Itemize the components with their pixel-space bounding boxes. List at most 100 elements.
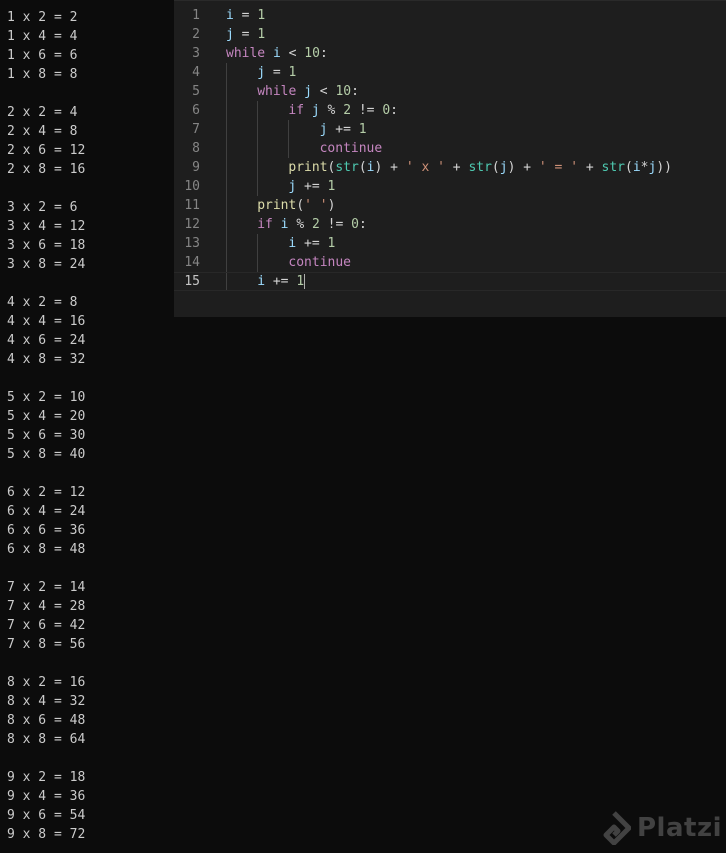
code-text[interactable]: continue <box>320 139 383 158</box>
code-token: str <box>468 160 492 175</box>
indent-guide <box>226 63 227 82</box>
code-text[interactable]: j += 1 <box>320 120 367 139</box>
line-number: 5 <box>192 84 200 99</box>
code-line[interactable]: 14 continue <box>174 253 726 272</box>
code-token: 1 <box>296 274 305 289</box>
indent-guide <box>288 139 290 158</box>
code-token: while <box>257 84 297 99</box>
indent-guide <box>226 101 227 120</box>
code-token: 1 <box>288 65 297 80</box>
output-blank-line <box>7 559 174 578</box>
output-line: 6 x 6 = 36 <box>7 523 86 538</box>
code-token: ' = ' <box>538 160 579 175</box>
code-line[interactable]: 4 j = 1 <box>174 63 726 82</box>
code-token: ) + <box>507 160 539 175</box>
code-line[interactable]: 5 while j < 10: <box>174 82 726 101</box>
indent-guide <box>226 82 227 101</box>
code-token: ' x ' <box>405 160 445 175</box>
code-token: 1 <box>257 27 266 42</box>
code-text[interactable]: while j < 10: <box>257 82 359 101</box>
code-text[interactable]: while i < 10: <box>226 44 328 63</box>
output-blank-line <box>7 369 174 388</box>
code-line[interactable]: 7 j += 1 <box>174 120 726 139</box>
line-number: 15 <box>184 274 200 289</box>
code-token: = <box>265 65 289 80</box>
code-token: 1 <box>327 236 336 251</box>
output-line: 4 x 8 = 32 <box>7 352 86 367</box>
code-token: j <box>257 65 266 80</box>
indent-guide <box>226 253 227 272</box>
code-text[interactable]: if j % 2 != 0: <box>288 101 398 120</box>
code-text[interactable]: i = 1 <box>226 6 265 25</box>
output-line: 6 x 2 = 12 <box>7 485 86 500</box>
output-blank-line <box>7 654 174 673</box>
code-text[interactable]: j = 1 <box>257 63 296 82</box>
code-text[interactable]: j += 1 <box>288 177 335 196</box>
code-token: continue <box>319 141 383 156</box>
output-line: 3 x 4 = 12 <box>7 219 86 234</box>
output-line: 2 x 4 = 8 <box>7 124 78 139</box>
line-number: 10 <box>184 179 200 194</box>
code-token: print <box>288 160 328 175</box>
code-line[interactable]: 12 if i % 2 != 0: <box>174 215 726 234</box>
code-line[interactable]: 10 j += 1 <box>174 177 726 196</box>
indent-guide <box>226 139 227 158</box>
output-line: 8 x 4 = 32 <box>7 694 86 709</box>
code-text[interactable]: i += 1 <box>257 273 306 290</box>
code-token: if <box>257 217 273 232</box>
indent-guide <box>257 234 259 253</box>
code-line[interactable]: 9 print(str(i) + ' x ' + str(j) + ' = ' +… <box>174 158 726 177</box>
code-text[interactable]: print(' ') <box>257 196 335 215</box>
code-line[interactable]: 3 while i < 10: <box>174 44 726 63</box>
code-token: 10 <box>304 46 320 61</box>
code-text[interactable]: i += 1 <box>288 234 335 253</box>
code-token: = <box>233 27 258 42</box>
code-token: 2 <box>343 103 352 118</box>
output-line: 6 x 4 = 24 <box>7 504 86 519</box>
code-editor[interactable]: 1i = 12j = 1 3 while i < 10: 4 j = 1 5 while j… <box>174 0 726 317</box>
code-token: ( <box>296 198 305 213</box>
code-token: continue <box>288 255 352 270</box>
code-line[interactable]: 2 j = 1 <box>174 25 726 44</box>
line-number: 8 <box>192 141 200 156</box>
code-token: print <box>257 198 297 213</box>
code-token: 1 <box>358 122 367 137</box>
platzi-watermark: Platzi <box>597 811 722 845</box>
code-line[interactable]: 15 i += 1 <box>174 272 726 291</box>
code-token: 1 <box>257 8 266 23</box>
indent-guide <box>226 234 227 253</box>
code-line[interactable]: 8 continue <box>174 139 726 158</box>
code-token: 10 <box>335 84 352 99</box>
output-line: 3 x 6 = 18 <box>7 238 86 253</box>
output-line: 8 x 2 = 16 <box>7 675 86 690</box>
code-text[interactable]: if i % 2 != 0: <box>257 215 367 234</box>
indent-guide <box>226 196 227 215</box>
code-token: j <box>311 103 320 118</box>
code-text[interactable]: j = 1 <box>226 25 265 44</box>
code-token: j <box>499 160 508 175</box>
code-token: : <box>358 217 367 232</box>
indent-guide <box>226 158 227 177</box>
output-blank-line <box>7 464 174 483</box>
code-line[interactable]: 6 if j % 2 != 0: <box>174 101 726 120</box>
code-token: while <box>226 46 266 61</box>
code-token: : <box>351 84 359 99</box>
code-token: < <box>311 84 336 99</box>
code-line[interactable]: 13 i += 1 <box>174 234 726 253</box>
code-text[interactable]: continue <box>288 253 351 272</box>
indent-guide <box>226 273 227 290</box>
code-text[interactable]: print(str(i) + ' x ' + str(j) + ' = ' + … <box>288 158 672 177</box>
output-line: 4 x 4 = 16 <box>7 314 86 329</box>
output-line: 2 x 2 = 4 <box>7 105 78 120</box>
text-cursor <box>304 274 306 289</box>
output-line: 1 x 4 = 4 <box>7 29 78 44</box>
code-token: 1 <box>327 179 336 194</box>
code-token: % <box>319 103 344 118</box>
code-token: < <box>280 46 305 61</box>
code-token: != <box>319 217 352 232</box>
code-line[interactable]: 1i = 1 <box>174 6 726 25</box>
code-line[interactable]: 11 print(' ') <box>174 196 726 215</box>
code-token: 0 <box>382 103 391 118</box>
